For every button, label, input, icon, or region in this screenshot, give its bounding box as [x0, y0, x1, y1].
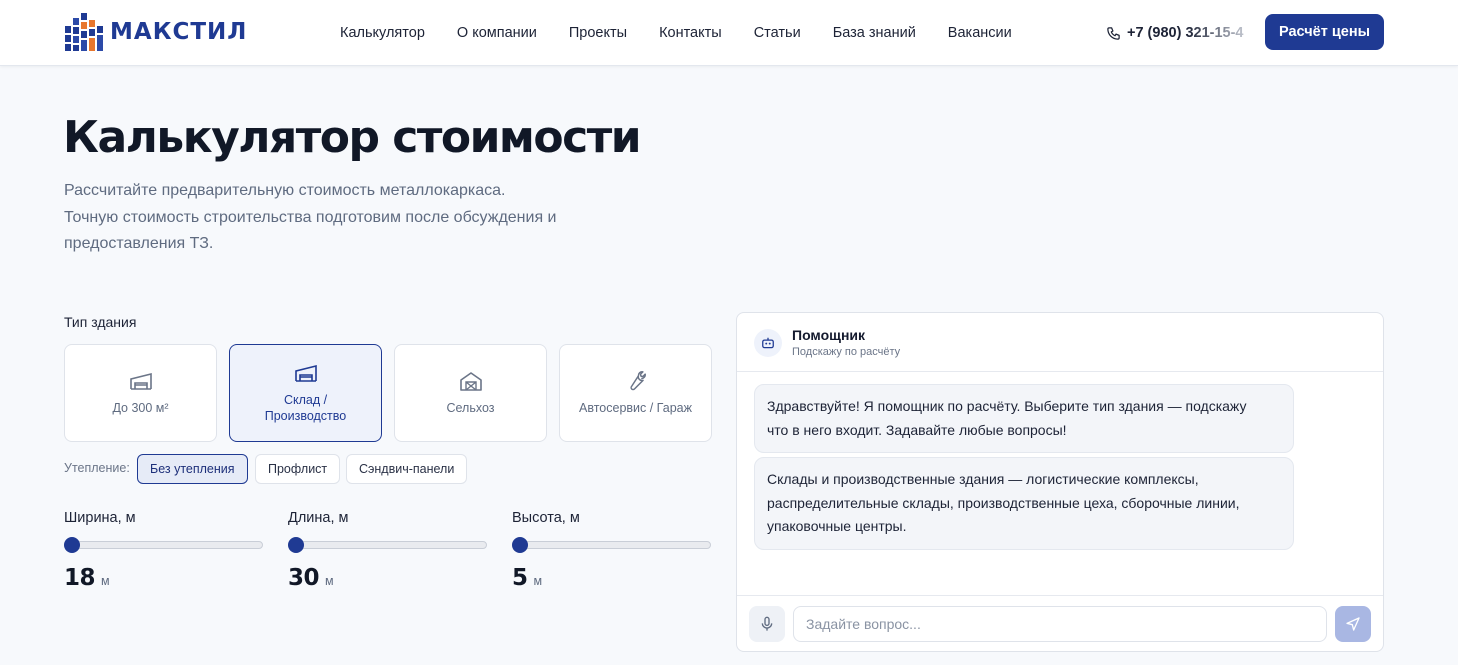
voice-input-button[interactable] — [749, 606, 785, 642]
building-type-agro[interactable]: Сельхоз — [394, 344, 547, 442]
chat-message: Здравствуйте! Я помощник по расчёту. Выб… — [754, 384, 1294, 453]
nav-link-calculator[interactable]: Калькулятор — [324, 25, 441, 41]
assistant-header: Помощник Подскажу по расчёту — [737, 313, 1383, 372]
nav-link-knowledge-base[interactable]: База знаний — [817, 25, 932, 41]
assistant-subtitle: Подскажу по расчёту — [792, 346, 901, 358]
subtitle-line: Рассчитайте предварительную стоимость ме… — [64, 182, 506, 199]
main-nav: Калькулятор О компании Проекты Контакты … — [324, 0, 1028, 66]
width-slider[interactable] — [64, 537, 263, 553]
building-type-label: Тип здания — [64, 314, 137, 330]
nav-link-contacts[interactable]: Контакты — [643, 25, 738, 41]
building-type-label-text: Производство — [264, 409, 347, 423]
length-value: 30 м — [288, 565, 334, 591]
message-line: упаковочные центры. — [767, 518, 907, 534]
page-subtitle: Рассчитайте предварительную стоимость ме… — [64, 178, 624, 258]
chat-input-bar — [737, 595, 1383, 653]
subtitle-line: Точную стоимость строительства подготови… — [64, 208, 557, 226]
phone-icon — [1107, 26, 1120, 40]
building-type-small[interactable]: До 300 м² — [64, 344, 217, 442]
assistant-panel: Помощник Подскажу по расчёту Здравствуйт… — [736, 312, 1384, 652]
insulation-option-sandwich[interactable]: Сэндвич-панели — [346, 454, 468, 484]
phone-link[interactable]: +7 (980) 321-15-4 — [1106, 22, 1247, 44]
length-number: 30 — [288, 565, 320, 591]
nav-link-projects[interactable]: Проекты — [553, 25, 643, 41]
building-type-label-text: До 300 м² — [112, 401, 169, 415]
barn-icon — [458, 370, 484, 392]
wrench-icon — [623, 370, 649, 392]
nav-link-vacancies[interactable]: Вакансии — [932, 25, 1028, 41]
chat-message: Склады и производственные здания — логис… — [754, 457, 1294, 550]
price-calc-button[interactable]: Расчёт цены — [1265, 14, 1384, 50]
nav-link-articles[interactable]: Статьи — [738, 25, 817, 41]
insulation-option-none[interactable]: Без утепления — [137, 454, 248, 484]
slider-track — [64, 541, 263, 549]
message-line: Здравствуйте! Я помощник по расчёту. Выб… — [767, 398, 1247, 414]
message-line: распределительные склады, производственн… — [767, 494, 1240, 511]
width-unit: м — [101, 574, 110, 588]
width-number: 18 — [64, 565, 96, 591]
phone-number: +7 (980) 321-15-4 — [1127, 25, 1247, 41]
insulation-label: Утепление: — [64, 461, 130, 475]
logo-text: МАКСТИЛ — [110, 19, 248, 45]
width-label: Ширина, м — [64, 510, 136, 526]
page-title: Калькулятор стоимости — [63, 112, 642, 163]
microphone-icon — [761, 616, 773, 631]
insulation-option-profile[interactable]: Профлист — [255, 454, 341, 484]
send-icon — [1346, 617, 1360, 631]
site-header: МАКСТИЛ Калькулятор О компании Проекты К… — [0, 0, 1458, 66]
building-type-garage[interactable]: Автосервис / Гараж — [559, 344, 712, 442]
height-value: 5 м — [512, 565, 542, 591]
length-label: Длина, м — [288, 510, 349, 526]
nav-link-about[interactable]: О компании — [441, 25, 553, 41]
slider-track — [288, 541, 487, 549]
building-type-label-text: Сельхоз — [446, 401, 495, 415]
building-type-label-text: Склад / — [283, 393, 328, 407]
length-slider[interactable] — [288, 537, 487, 553]
width-value: 18 м — [64, 565, 110, 591]
height-unit: м — [533, 574, 543, 588]
slider-handle[interactable] — [64, 537, 80, 553]
height-label: Высота, м — [512, 510, 580, 526]
message-line: что в него входит. Задавайте любые вопро… — [767, 421, 1067, 438]
slider-track — [512, 541, 711, 549]
small-building-icon — [128, 370, 154, 392]
assistant-name: Помощник — [792, 327, 866, 343]
height-slider[interactable] — [512, 537, 711, 553]
length-unit: м — [325, 574, 334, 588]
warehouse-icon — [293, 362, 319, 384]
height-number: 5 — [512, 565, 528, 591]
logo-mark-icon — [65, 13, 103, 51]
slider-handle[interactable] — [288, 537, 304, 553]
building-type-warehouse[interactable]: Склад / Производство — [229, 344, 382, 442]
logo[interactable]: МАКСТИЛ — [64, 12, 247, 52]
subtitle-line: предоставления ТЗ. — [64, 235, 214, 252]
send-button[interactable] — [1335, 606, 1371, 642]
slider-handle[interactable] — [512, 537, 528, 553]
question-input[interactable] — [793, 606, 1327, 642]
message-line: Склады и производственные здания — логис… — [767, 471, 1199, 487]
building-type-label-text: Автосервис / Гараж — [579, 401, 692, 415]
bot-icon — [754, 329, 782, 357]
